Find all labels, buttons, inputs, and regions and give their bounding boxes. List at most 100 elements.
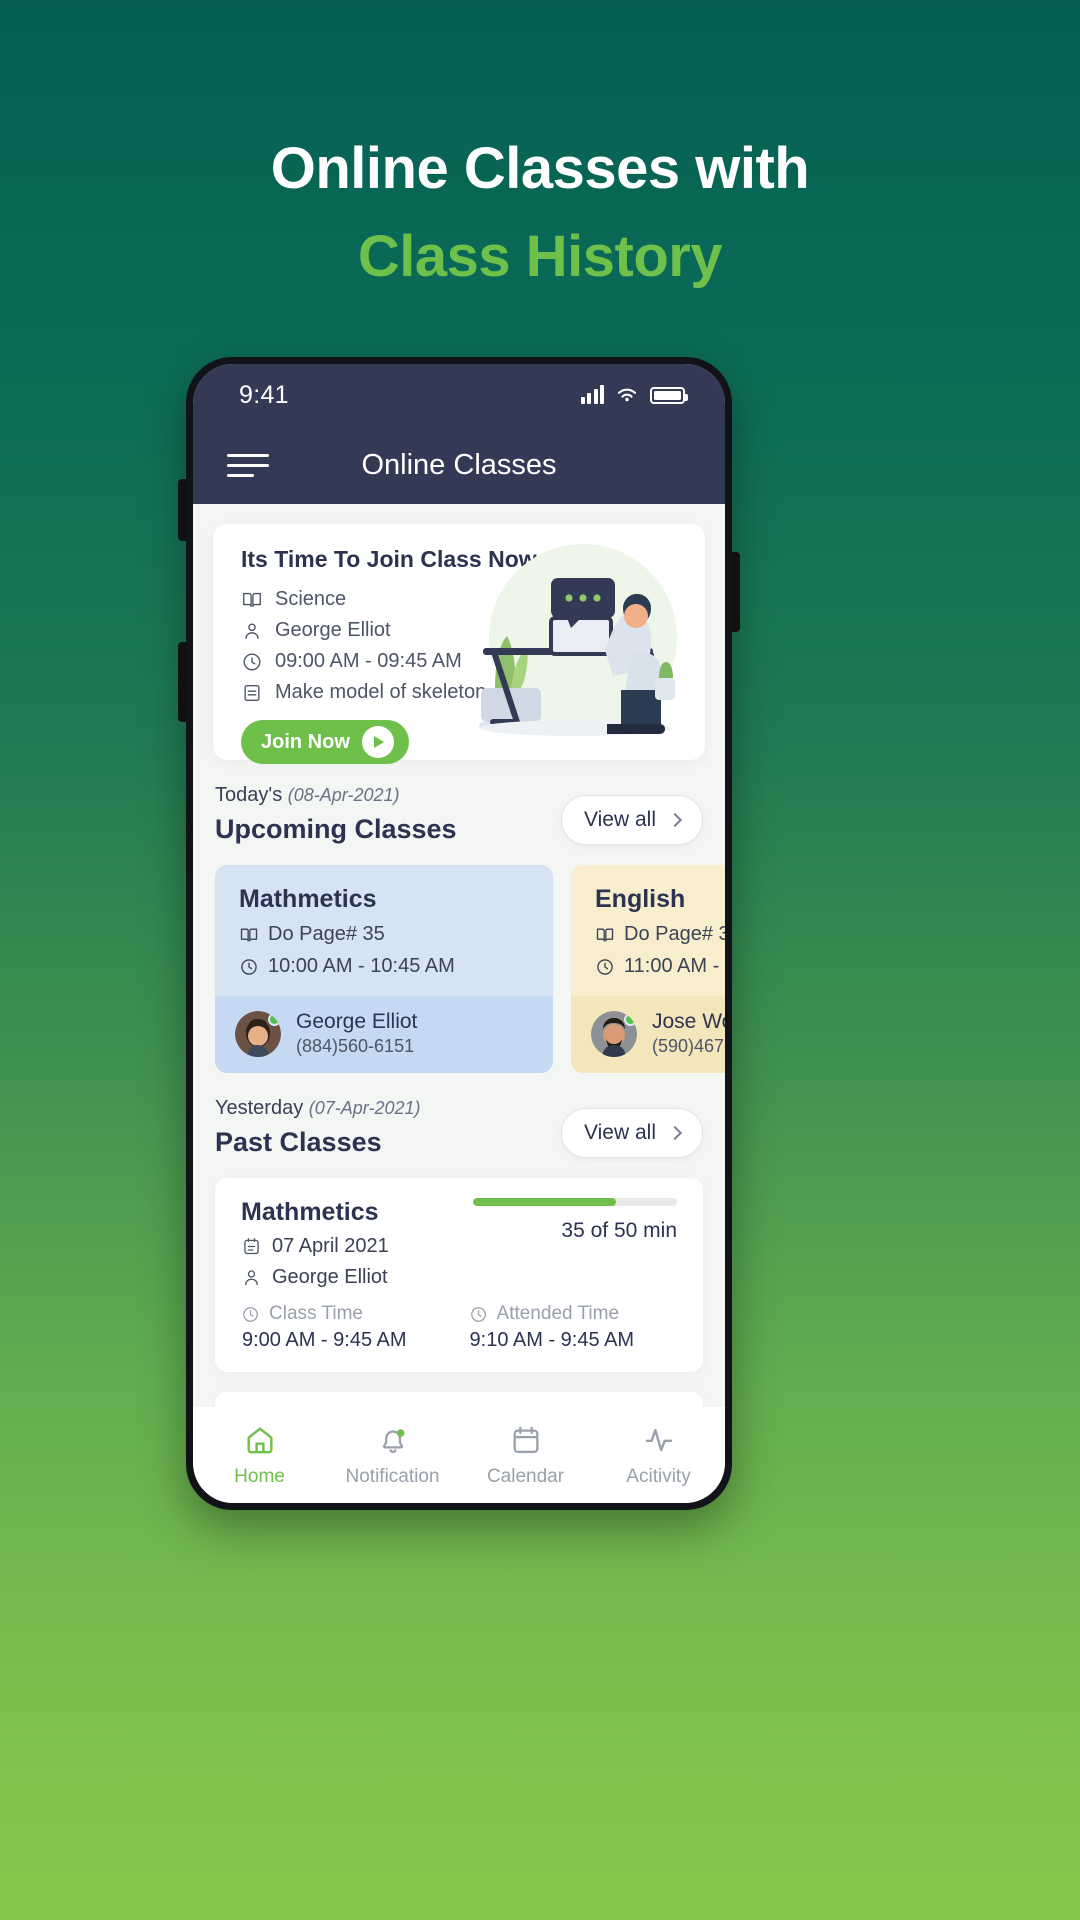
join-teacher-text: George Elliot [275,619,391,641]
upcoming-view-all-label: View all [584,808,656,831]
chevron-right-icon [667,812,683,828]
upcoming-class-card[interactable]: Mathmetics Do Page# 35 10:00 AM - 10:45 … [215,865,553,1073]
past-view-all-button[interactable]: View all [561,1108,703,1158]
calendar-icon [513,1426,538,1453]
nav-label-home: Home [234,1465,285,1487]
past-class-time-value: 9:00 AM - 9:45 AM [242,1329,407,1351]
past-class-time-label: Class Time [269,1303,363,1324]
chevron-right-icon [667,1125,683,1141]
past-class-card[interactable]: Science 07 April 2021 George Elliot [215,1392,703,1407]
upcoming-classes-list[interactable]: Mathmetics Do Page# 35 10:00 AM - 10:45 … [215,865,725,1073]
past-class-time-head: Class Time [241,1303,407,1325]
upcoming-time-row: 11:00 AM - 11:45 AM [595,955,725,978]
signal-icon [580,385,604,404]
upcoming-time: 11:00 AM - 11:45 AM [624,955,725,977]
upcoming-task-row: Do Page# 35 [239,923,529,946]
student-desk-illustration [479,544,677,736]
join-time-text: 09:00 AM - 09:45 AM [275,650,462,672]
past-section-header: Yesterday (07-Apr-2021) Past Classes Vie… [215,1097,703,1158]
join-now-label: Join Now [261,730,350,753]
note-icon [244,684,260,701]
upcoming-teacher-row[interactable]: Jose Woodkin (590)467-1735 [571,996,725,1073]
nav-item-activity[interactable]: Acitivity [592,1423,725,1488]
online-status-dot [624,1012,637,1026]
app-bar: Online Classes [193,426,725,504]
upcoming-teacher-name: George Elliot [296,1010,418,1033]
upcoming-teacher-info: Jose Woodkin (590)467-1735 [652,1010,725,1057]
nav-label-notification: Notification [345,1465,440,1487]
app-bar-title: Online Classes [361,448,557,481]
avatar [235,1010,281,1057]
clock-icon [597,958,613,975]
join-now-button[interactable]: Join Now [241,720,409,764]
upcoming-teacher-row[interactable]: George Elliot (884)560-6151 [215,996,553,1073]
phone-frame: 9:41 Online Classes Its Time To Join Cla… [186,357,732,1510]
upcoming-subject: Mathmetics [239,885,377,913]
play-icon [361,726,394,758]
book-icon [243,592,261,607]
activity-pulse-icon [645,1428,672,1451]
clock-icon [243,1306,258,1322]
person-icon [245,1270,258,1286]
upcoming-subtitle-date: (08-Apr-2021) [287,785,400,805]
nav-item-calendar[interactable]: Calendar [459,1423,592,1488]
past-section-title: Past Classes [215,1127,382,1157]
home-icon [246,1426,273,1453]
hero-line-2: Class History [357,224,723,289]
upcoming-teacher-name: Jose Woodkin [652,1010,725,1033]
past-date: 07 April 2021 [272,1235,389,1257]
upcoming-class-card[interactable]: English Do Page# 35 11 [571,865,725,1073]
upcoming-card-body: English Do Page# 35 11 [571,865,725,996]
past-class-card[interactable]: Mathmetics 07 April 2021 George Elliot C… [215,1178,703,1372]
online-status-dot [268,1012,281,1026]
past-section-titles: Yesterday (07-Apr-2021) Past Classes [215,1097,421,1158]
clock-icon [470,1306,486,1322]
past-view-all-label: View all [584,1121,656,1144]
past-attended-time-value: 9:10 AM - 9:45 AM [469,1329,635,1351]
wifi-icon [617,388,637,402]
upcoming-task-row: Do Page# 35 [595,923,725,946]
battery-icon [650,387,688,404]
person-icon [245,623,259,639]
avatar [591,1010,637,1057]
phone-screen: 9:41 Online Classes Its Time To Join Cla… [193,364,725,1503]
hero-headline: Online Classes with Class History [0,140,1080,286]
hamburger-menu-icon[interactable] [227,453,269,477]
upcoming-task: Do Page# 35 [268,923,385,945]
upcoming-card-body: Mathmetics Do Page# 35 10:00 AM - 10:45 … [215,865,553,996]
book-icon [240,928,258,941]
bell-icon [382,1428,404,1453]
past-attended-time-col: Attended Time 9:10 AM - 9:45 AM [469,1303,635,1352]
book-icon [596,928,614,941]
upcoming-time-row: 10:00 AM - 10:45 AM [239,955,529,978]
upcoming-section-header: Today's (08-Apr-2021) Upcoming Classes V… [215,784,703,845]
join-class-card[interactable]: Its Time To Join Class Now Science Georg… [213,524,705,764]
past-attended-time-label: Attended Time [496,1303,620,1324]
past-times: Class Time 9:00 AM - 9:45 AM Attended Ti… [241,1303,677,1352]
upcoming-time: 10:00 AM - 10:45 AM [268,955,455,977]
upcoming-subtitle-label: Today's [215,784,283,806]
progress-fill [473,1198,616,1206]
upcoming-subject: English [595,885,686,913]
phone-mockup: 9:41 Online Classes Its Time To Join Cla… [178,357,740,1510]
nav-item-home[interactable]: Home [193,1423,326,1488]
clock-icon [241,958,257,975]
upcoming-task: Do Page# 35 [624,923,725,945]
past-subtitle-label: Yesterday [215,1097,304,1119]
upcoming-teacher-phone: (590)467-1735 [652,1036,725,1056]
past-teacher-row: George Elliot [241,1266,677,1289]
upcoming-subtitle: Today's (08-Apr-2021) [215,784,457,807]
nav-label-calendar: Calendar [486,1465,565,1487]
top-bar: 9:41 Online Classes [193,364,725,504]
progress-track [473,1198,677,1206]
upcoming-section-title: Upcoming Classes [215,814,457,844]
status-icons [580,385,688,404]
upcoming-teacher-phone: (884)560-6151 [296,1036,415,1056]
calendar-icon [244,1238,259,1255]
upcoming-section-titles: Today's (08-Apr-2021) Upcoming Classes [215,784,457,845]
join-subject-text: Science [275,588,347,610]
upcoming-view-all-button[interactable]: View all [561,795,703,845]
past-subtitle: Yesterday (07-Apr-2021) [215,1097,421,1120]
past-class-time-col: Class Time 9:00 AM - 9:45 AM [241,1303,407,1352]
nav-item-notification[interactable]: Notification [326,1423,459,1488]
